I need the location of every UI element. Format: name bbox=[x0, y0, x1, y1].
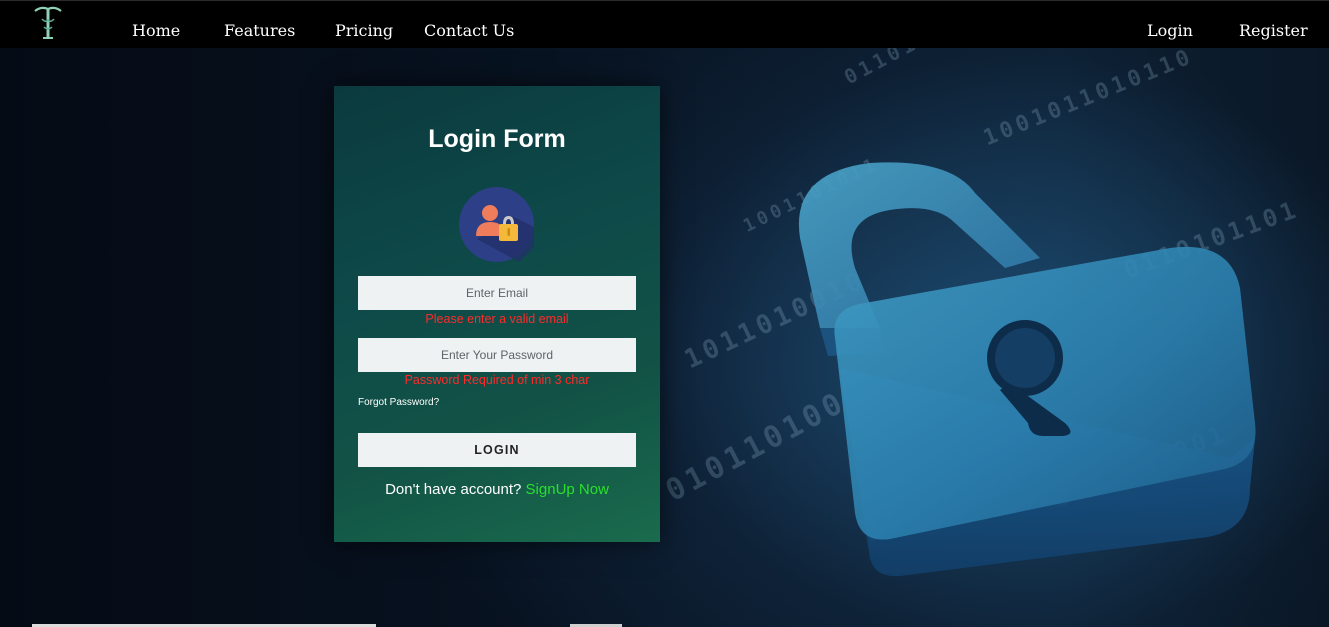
logo-icon bbox=[34, 6, 62, 39]
nav-contact-us[interactable]: Contact Us bbox=[424, 21, 514, 41]
nav-register[interactable]: Register bbox=[1239, 21, 1308, 41]
binary-text: 0110100110100 bbox=[840, 48, 1035, 89]
nav-features[interactable]: Features bbox=[224, 21, 295, 41]
email-error: Please enter a valid email bbox=[425, 312, 569, 326]
nav-pricing[interactable]: Pricing bbox=[335, 21, 393, 41]
signup-prompt: Don't have account? bbox=[385, 481, 522, 498]
login-card: Login Form Please enter a valid email Pa… bbox=[334, 86, 660, 542]
top-navbar: Home Features Pricing Contact Us Login R… bbox=[0, 0, 1329, 48]
password-input[interactable] bbox=[358, 338, 636, 372]
login-button[interactable]: LOGIN bbox=[358, 433, 636, 467]
forgot-password-link[interactable]: Forgot Password? bbox=[358, 397, 439, 409]
signup-row: Don't have account? SignUp Now bbox=[334, 481, 660, 499]
form-title: Login Form bbox=[428, 125, 566, 153]
user-lock-icon bbox=[459, 187, 534, 262]
logo[interactable] bbox=[33, 5, 63, 43]
email-input[interactable] bbox=[358, 276, 636, 310]
password-error: Password Required of min 3 char bbox=[404, 373, 590, 387]
nav-home[interactable]: Home bbox=[132, 21, 180, 41]
signup-link[interactable]: SignUp Now bbox=[526, 481, 609, 498]
nav-login[interactable]: Login bbox=[1147, 21, 1193, 41]
hero-background: 0110100110100 1001011010110 0110101101 1… bbox=[0, 48, 1329, 627]
padlock-icon bbox=[798, 162, 1256, 577]
